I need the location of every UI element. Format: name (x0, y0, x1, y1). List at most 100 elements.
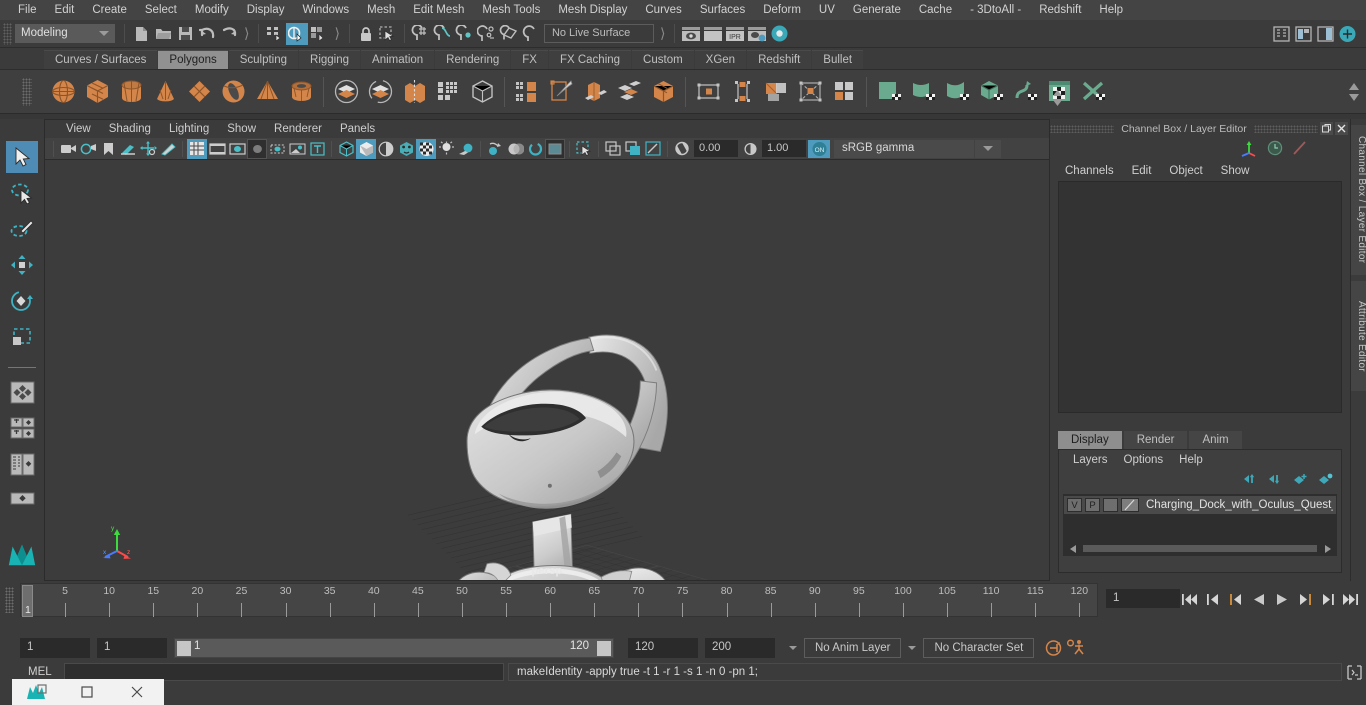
color-management-toggle-icon[interactable]: ON (808, 139, 830, 158)
scroll-right-arrow-icon[interactable] (1321, 543, 1333, 554)
redo-icon[interactable] (218, 23, 240, 45)
shelf-tab-xgen[interactable]: XGen (694, 50, 747, 69)
uv-editor-icon[interactable] (872, 74, 906, 110)
menu-create[interactable]: Create (83, 0, 136, 20)
color-profile-dropdown-arrow[interactable] (975, 139, 1001, 158)
smooth-icon[interactable] (431, 74, 465, 110)
menu-cache[interactable]: Cache (910, 0, 961, 20)
select-camera-icon[interactable] (58, 139, 78, 159)
layer-menu-help[interactable]: Help (1171, 454, 1211, 466)
paint-select-tool[interactable] (6, 213, 38, 245)
step-forward-keyframe-icon[interactable] (1318, 590, 1337, 608)
gamma-control-icon[interactable] (740, 139, 760, 159)
append-polygon-icon[interactable] (691, 74, 725, 110)
step-forward-frame-icon[interactable] (1295, 590, 1314, 608)
undo-icon[interactable] (196, 23, 218, 45)
hypershade-icon[interactable] (768, 23, 790, 45)
xray-icon[interactable] (603, 139, 623, 159)
target-weld-icon[interactable] (725, 74, 759, 110)
character-set-dropdown-arrow[interactable] (901, 638, 923, 658)
boolean-difference-icon[interactable] (363, 74, 397, 110)
bookmark-icon[interactable] (98, 139, 118, 159)
scrollbar-thumb[interactable] (1083, 545, 1317, 552)
multi-cut-icon[interactable] (578, 74, 612, 110)
isolate-select-icon[interactable] (574, 139, 594, 159)
viewport-menu-renderer[interactable]: Renderer (265, 123, 331, 135)
select-object-icon[interactable] (286, 22, 309, 45)
move-tool[interactable] (6, 249, 38, 281)
step-back-keyframe-icon[interactable] (1203, 590, 1222, 608)
gamma-field[interactable]: 1.00 (762, 140, 806, 157)
menu-curves[interactable]: Curves (636, 0, 690, 20)
command-language-label[interactable]: MEL (20, 666, 64, 678)
bevel-icon[interactable] (544, 74, 578, 110)
select-component-icon[interactable] (308, 23, 330, 45)
close-icon[interactable] (1335, 122, 1348, 135)
time-slider-grip[interactable] (5, 587, 14, 613)
layer-list-horizontal-scrollbar[interactable] (1067, 543, 1333, 554)
viewport-menu-lighting[interactable]: Lighting (160, 123, 218, 135)
lock-selection-icon[interactable] (355, 23, 377, 45)
menu-set-dropdown-arrow[interactable] (93, 24, 115, 43)
smooth-shade-icon[interactable] (356, 138, 376, 159)
multisample-icon[interactable] (505, 139, 525, 159)
menu-mesh-display[interactable]: Mesh Display (549, 0, 636, 20)
statusbar-collapse-3[interactable]: ⟩ (656, 25, 669, 42)
anim-layer-select[interactable]: No Anim Layer (804, 638, 902, 658)
viewport-menu-show[interactable]: Show (218, 123, 265, 135)
menu-set-selector[interactable]: Modeling (15, 24, 93, 43)
image-plane-icon[interactable] (118, 139, 138, 159)
channelbox-menu-channels[interactable]: Channels (1056, 165, 1123, 177)
viewport-menu-panels[interactable]: Panels (331, 123, 384, 135)
menu-3dtoall[interactable]: - 3DtoAll - (961, 0, 1030, 20)
maximize-icon[interactable] (62, 679, 112, 705)
current-frame-field[interactable]: 1 (1106, 589, 1180, 608)
play-forwards-icon[interactable] (1272, 590, 1291, 608)
poly-cube-icon[interactable] (80, 74, 114, 110)
extrude-icon[interactable] (510, 74, 544, 110)
new-scene-icon[interactable] (130, 23, 152, 45)
shelf-tab-sculpting[interactable]: Sculpting (228, 50, 299, 69)
sidebar-toggle-channel-icon[interactable] (1314, 23, 1336, 45)
render-view-icon[interactable] (680, 23, 702, 45)
script-editor-icon[interactable] (1345, 663, 1363, 681)
make-live-icon[interactable] (520, 23, 542, 45)
tab-display-layers[interactable]: Display (1058, 431, 1122, 450)
menu-select[interactable]: Select (136, 0, 186, 20)
motion-blur-icon[interactable] (485, 139, 505, 159)
gate-mask-icon[interactable] (247, 138, 267, 159)
playback-end-time-field[interactable]: 120 (628, 638, 698, 658)
poly-torus-icon[interactable] (216, 74, 250, 110)
panel-grip-left[interactable] (1050, 124, 1115, 133)
textured-icon[interactable] (396, 139, 416, 159)
app-icon[interactable] (12, 679, 62, 705)
menu-deform[interactable]: Deform (754, 0, 810, 20)
statusbar-collapse-2[interactable]: ⟩ (330, 25, 343, 42)
menu-edit[interactable]: Edit (46, 0, 84, 20)
color-profile-select[interactable]: sRGB gamma (834, 139, 974, 158)
shelf-tab-fx[interactable]: FX (511, 50, 548, 69)
range-slider-right-handle[interactable] (597, 641, 611, 656)
poly-cone-icon[interactable] (148, 74, 182, 110)
channelbox-menu-show[interactable]: Show (1212, 165, 1259, 177)
play-backwards-icon[interactable] (1249, 590, 1268, 608)
mirror-icon[interactable] (465, 74, 499, 110)
shadows-icon[interactable] (436, 139, 456, 159)
uv-cylindrical-icon[interactable] (940, 74, 974, 110)
depth-of-field-icon[interactable] (525, 139, 545, 159)
clock-icon[interactable] (1267, 140, 1283, 159)
four-view-layout[interactable] (6, 376, 38, 408)
shaded-wireframe-icon[interactable] (376, 139, 396, 159)
ipr-render-icon[interactable]: IPR (724, 23, 746, 45)
bookmark-camera-icon[interactable] (78, 139, 98, 159)
layer-playback-toggle[interactable]: P (1085, 498, 1100, 512)
snap-projected-center-icon[interactable] (476, 23, 498, 45)
snap-view-plane-icon[interactable] (498, 23, 520, 45)
render-settings-icon[interactable] (746, 23, 768, 45)
shelf-scroll-column[interactable] (1050, 78, 1064, 118)
range-slider[interactable]: 1 120 (174, 638, 614, 658)
live-surface-field[interactable]: No Live Surface (543, 24, 654, 43)
scroll-left-arrow-icon[interactable] (1067, 543, 1079, 554)
tab-render-layers[interactable]: Render (1123, 431, 1188, 450)
shelf-tab-fx-caching[interactable]: FX Caching (548, 50, 632, 69)
